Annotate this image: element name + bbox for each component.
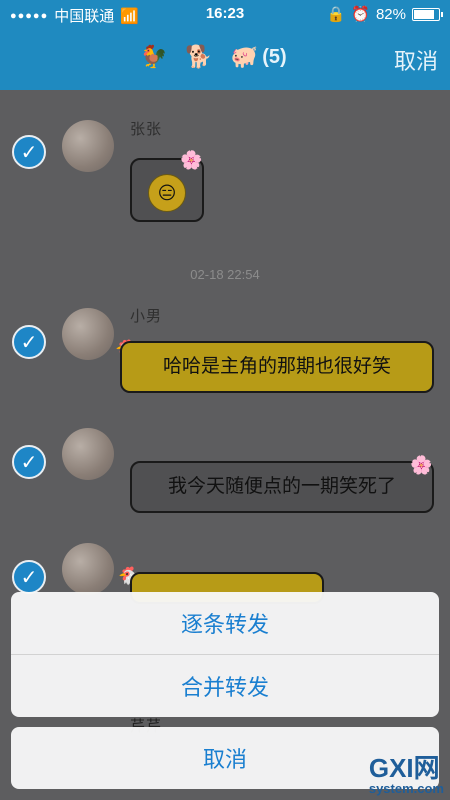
member-count: (5) — [262, 45, 287, 68]
battery-icon — [412, 7, 443, 21]
watermark-site: system.com — [368, 781, 444, 796]
avatar[interactable] — [62, 308, 114, 360]
check-icon[interactable]: ✓ — [12, 445, 46, 479]
rotation-lock-icon: 🔒 — [326, 6, 346, 23]
dog-icon: 🐕 — [185, 44, 213, 69]
battery-fill — [414, 9, 434, 19]
forward-merged-button[interactable]: 合并转发 — [11, 655, 439, 717]
nav-title: 🐓 🐕 🐖 (5) — [140, 44, 287, 70]
flower-icon: 🌸 — [410, 455, 433, 475]
action-sheet: 逐条转发 合并转发 — [11, 592, 439, 717]
sender-name: 小男 — [130, 308, 163, 325]
check-icon[interactable]: ✓ — [12, 135, 46, 169]
avatar[interactable] — [62, 120, 114, 172]
check-icon[interactable]: ✓ — [12, 560, 46, 594]
avatar[interactable] — [62, 543, 114, 595]
alarm-icon: ⏰ — [351, 6, 370, 23]
battery-percent: 82% — [375, 5, 406, 23]
nav-cancel-button[interactable]: 取消 — [394, 44, 438, 76]
watermark-logo-text: GXI网 — [368, 753, 440, 783]
sender-name: 张张 — [130, 121, 163, 138]
text-bubble[interactable]: 我今天随便点的一期笑死了 — [130, 461, 434, 513]
nav-bar: 🐓 🐕 🐖 (5) 取消 — [0, 28, 450, 90]
emoji-face-icon: 😑 — [148, 174, 186, 212]
text-bubble[interactable]: 哈哈是主角的那期也很好笑 — [120, 341, 434, 393]
status-bar: ●●●●● 中国联通 📶 16:23 🔒 ⏰ 82% — [0, 0, 450, 28]
status-right: 🔒 ⏰ 82% — [326, 5, 443, 23]
flower-icon: 🌸 — [180, 150, 203, 170]
avatar[interactable] — [62, 428, 114, 480]
message-timestamp: 02-18 22:54 — [190, 267, 260, 282]
check-icon[interactable]: ✓ — [12, 325, 46, 359]
rooster-icon: 🐓 — [140, 44, 168, 69]
pig-icon: 🐖 — [230, 44, 259, 69]
forward-one-by-one-button[interactable]: 逐条转发 — [11, 592, 439, 654]
watermark-logo: GXI网 system.com — [369, 748, 444, 796]
